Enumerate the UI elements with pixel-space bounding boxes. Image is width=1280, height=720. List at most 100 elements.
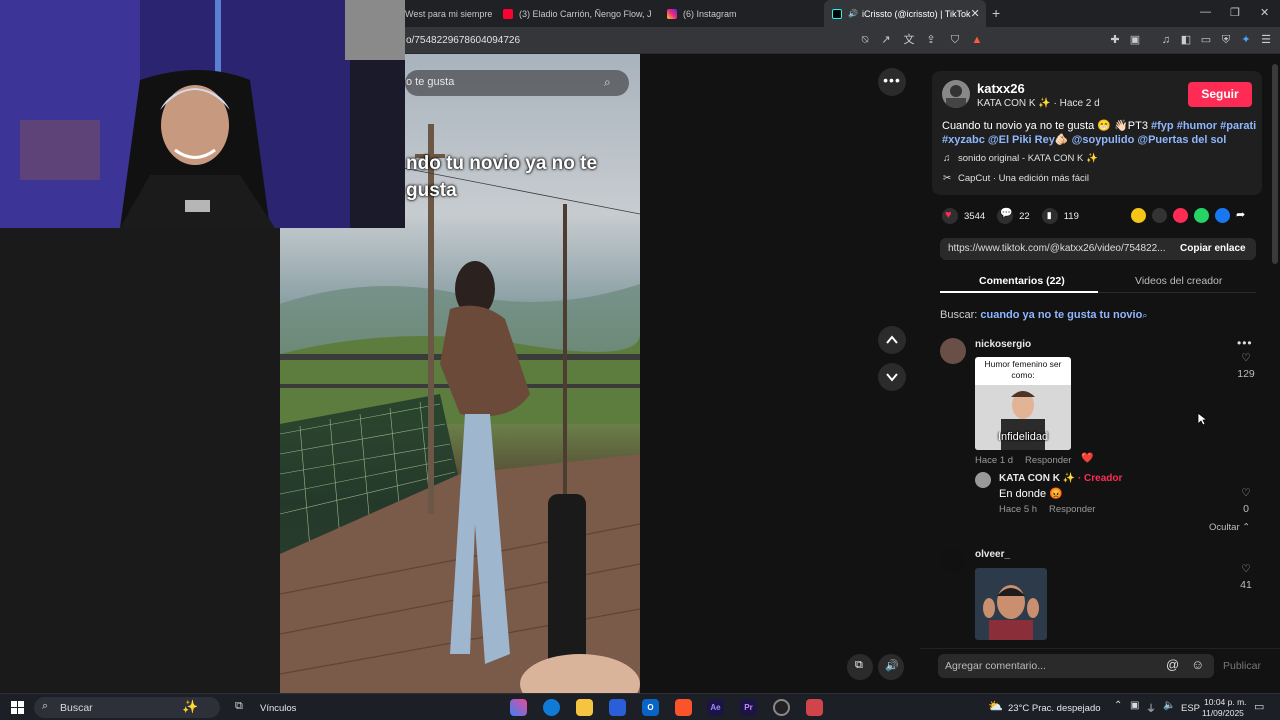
tab-comments[interactable]: Comentarios (22) (979, 275, 1065, 287)
reply-like-button[interactable]: ♡ (1235, 487, 1257, 499)
comment-username[interactable]: olveer_ (975, 549, 1010, 560)
comment-username[interactable]: nickosergio (975, 339, 1031, 350)
open-external-icon[interactable]: ↗ (880, 34, 892, 46)
commenter-avatar[interactable] (940, 548, 966, 574)
comment-placeholder[interactable]: Agregar comentario... (945, 660, 1046, 672)
copy-link-button[interactable]: Copiar enlace (1180, 243, 1246, 254)
whatsapp-icon[interactable] (1194, 208, 1209, 223)
creator-username[interactable]: katxx26 (977, 81, 1025, 96)
hashtag[interactable]: #humor (1177, 120, 1217, 132)
leo-ai-icon[interactable]: ✦ (1240, 34, 1252, 46)
translate-icon[interactable]: 文 (903, 34, 915, 46)
copilot-sparkle-icon[interactable]: ✨ (182, 699, 198, 715)
file-explorer-icon[interactable] (576, 699, 593, 716)
mic-icon[interactable]: ⏚ (1146, 700, 1156, 715)
tab-creator-videos[interactable]: Videos del creador (1135, 275, 1222, 287)
mention-icon[interactable]: @ (1166, 657, 1179, 672)
embed-icon[interactable] (1152, 208, 1167, 223)
hide-replies-button[interactable]: Ocultar ⌃ (1209, 522, 1250, 533)
vpn-icon[interactable]: ⛨ (1220, 34, 1232, 46)
search-icon[interactable]: ⌕ (604, 75, 611, 90)
send-icon[interactable] (1173, 208, 1188, 223)
reply-avatar[interactable] (975, 472, 991, 488)
comment-more-icon[interactable]: ••• (1237, 336, 1253, 350)
wallet-icon[interactable]: ▭ (1200, 34, 1212, 46)
reply-username[interactable]: KATA CON K ✨ (999, 473, 1075, 484)
screenshot-icon[interactable]: ▣ (1129, 34, 1141, 46)
next-video-button[interactable] (878, 363, 906, 391)
outlook-app-icon[interactable]: O (642, 699, 659, 716)
copilot-app-icon[interactable] (510, 699, 527, 716)
new-tab-button[interactable]: + (992, 5, 1000, 21)
mention[interactable]: @soypulido (1072, 134, 1135, 146)
close-tab-icon[interactable]: ✕ (970, 7, 979, 20)
reply-button[interactable]: Responder (1025, 455, 1071, 466)
taskbar-search-text[interactable]: Buscar (60, 702, 93, 714)
scrollbar-thumb[interactable] (1272, 64, 1278, 264)
close-window-icon[interactable]: ✕ (1260, 6, 1269, 19)
previous-video-button[interactable] (878, 326, 906, 354)
task-view-icon[interactable]: ⧉ (235, 700, 243, 713)
tab-instagram[interactable]: (6) Instagram (667, 0, 807, 27)
menu-icon[interactable]: ☰ (1260, 34, 1272, 46)
edge-app-icon[interactable] (543, 699, 560, 716)
reply-reply-button[interactable]: Responder (1049, 504, 1095, 515)
hashtag[interactable]: #xyzabc (942, 134, 985, 146)
post-link[interactable]: https://www.tiktok.com/@katxx26/video/75… (948, 243, 1168, 254)
windows-start-icon[interactable] (11, 701, 24, 714)
facebook-icon[interactable] (1215, 208, 1230, 223)
share-page-icon[interactable]: ⇪ (925, 34, 937, 46)
tab-west[interactable]: West para mi siempre (405, 0, 497, 27)
publish-button[interactable]: Publicar (1223, 660, 1261, 672)
comment-search-suggestion[interactable]: Buscar: cuando ya no te gusta tu novio⌕ (940, 309, 1147, 321)
mention[interactable]: @Puertas del sol (1137, 134, 1226, 146)
no-script-icon[interactable]: ⍉ (859, 34, 871, 46)
commenter-avatar[interactable] (940, 338, 966, 364)
capcut-link[interactable]: ✂ CapCut · Una edición más fácil (943, 173, 1089, 184)
volume-button[interactable]: 🔊 (878, 654, 904, 680)
share-coin-icon[interactable] (1131, 208, 1146, 223)
sound-link[interactable]: ♫ sonido original - KATA CON K ✨ (943, 153, 1098, 164)
emoji-icon[interactable]: ☺ (1191, 657, 1204, 672)
sidebar-icon[interactable]: ◧ (1180, 34, 1192, 46)
music-icon[interactable]: ♫ (1160, 34, 1172, 46)
creator-avatar[interactable] (942, 80, 970, 108)
obs-app-icon[interactable] (773, 699, 790, 716)
like-button[interactable]: ♥ (942, 208, 958, 224)
mention[interactable]: @El Piki Rey🫵🏻 (988, 134, 1069, 146)
app-icon[interactable] (806, 699, 823, 716)
weather-text[interactable]: 23°C Prac. despejado (1008, 703, 1101, 714)
comments-scrollbar[interactable] (1272, 54, 1278, 648)
premiere-icon[interactable]: Pr (740, 699, 757, 716)
follow-button[interactable]: Seguir (1188, 82, 1252, 107)
brave-shield-icon[interactable]: ⛉ (949, 34, 961, 46)
language-indicator[interactable]: ESP (1181, 703, 1200, 714)
tab-tiktok[interactable]: 🔊 iCrissto (@icrissto) | TikTok ✕ (824, 0, 986, 27)
volume-tray-icon[interactable]: 🔈 (1163, 700, 1175, 711)
clock-date[interactable]: 11/09/2025 (1202, 708, 1244, 718)
comment-button[interactable]: 💬 (997, 208, 1014, 224)
comment-meme-image[interactable]: Humor femenino ser como: Infidelidad (975, 357, 1071, 450)
comment-image[interactable] (975, 568, 1047, 640)
save-button[interactable]: ▮ (1041, 208, 1058, 224)
notifications-icon[interactable]: ▭ (1254, 700, 1264, 713)
taskbar-vinculos[interactable]: Vínculos (260, 703, 296, 714)
hashtag[interactable]: #parati (1220, 120, 1256, 132)
extensions-icon[interactable]: ✚ (1109, 34, 1121, 46)
search-term[interactable]: cuando ya no te gusta tu novio (980, 309, 1142, 321)
hashtag[interactable]: #fyp (1151, 120, 1174, 132)
url-text[interactable]: o/7548229678604094726 (406, 35, 520, 46)
brave-rewards-icon[interactable]: ▲ (971, 34, 983, 46)
comment-like-button[interactable]: ♡ (1235, 563, 1257, 575)
tray-chevron-icon[interactable]: ⌃ (1114, 700, 1122, 711)
tab-youtube[interactable]: (3) Eladio Carrión, Ñengo Flow, J Balvin (503, 0, 651, 27)
video-search-text[interactable]: o te gusta (406, 76, 454, 88)
share-arrow-icon[interactable]: ➦ (1236, 208, 1251, 223)
clock-time[interactable]: 10:04 p. m. (1204, 697, 1247, 707)
more-options-button[interactable]: ••• (878, 68, 906, 96)
restore-icon[interactable]: ❐ (1230, 6, 1240, 19)
minimize-icon[interactable]: — (1200, 6, 1211, 18)
tray-app-icon[interactable]: ▣ (1130, 700, 1139, 711)
comment-like-button[interactable]: ♡ (1235, 352, 1257, 364)
miniplayer-button[interactable]: ⧉ (847, 654, 873, 680)
